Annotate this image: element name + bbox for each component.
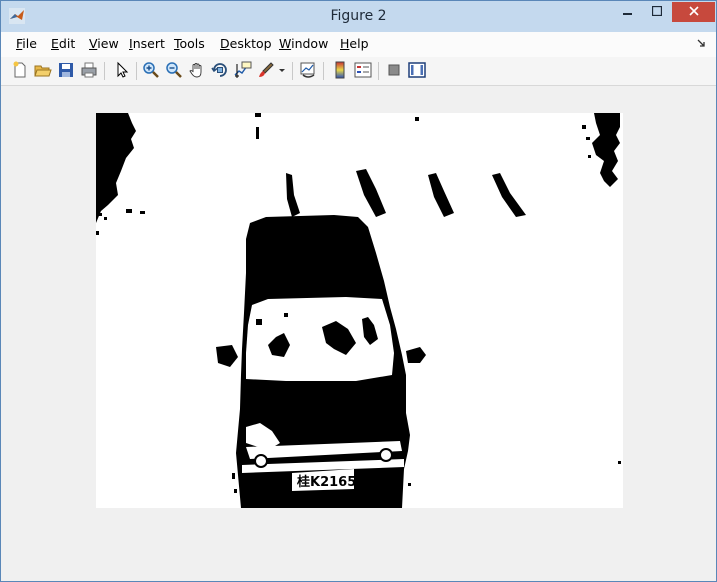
toolbar-separator [323,62,324,80]
link-plot-icon[interactable] [299,61,317,79]
toolbar-separator [104,62,105,80]
close-icon [688,6,699,16]
menu-tools[interactable]: Tools [174,36,205,51]
legend-icon[interactable] [354,61,372,79]
colorbar-icon[interactable] [331,61,349,79]
menu-edit[interactable]: Edit [51,36,75,51]
show-plot-tools-icon[interactable] [408,61,426,79]
save-icon[interactable] [57,61,75,79]
toolbar-separator [292,62,293,80]
figure-toolbar [1,57,716,86]
menu-file[interactable]: File [16,36,37,51]
brush-dropdown-icon[interactable] [277,61,287,79]
pan-hand-icon[interactable] [188,61,206,79]
window-title: Figure 2 [330,8,387,24]
menu-desktop[interactable]: Desktop [220,36,272,51]
license-plate-text: 桂K2165 [296,474,356,490]
minimize-icon [623,13,632,15]
hide-plot-tools-icon[interactable] [385,61,403,79]
dock-arrow-icon[interactable] [696,38,706,48]
binary-image-axes[interactable]: 桂K2165 [96,113,623,508]
zoom-out-icon[interactable] [165,61,183,79]
new-figure-icon[interactable] [11,61,29,79]
menu-bar: File Edit View Insert Tools Desktop Wind… [1,32,716,57]
figure-canvas[interactable]: 桂K2165 [1,86,716,581]
maximize-icon [651,5,663,17]
toolbar-separator [136,62,137,80]
zoom-in-icon[interactable] [142,61,160,79]
menu-insert[interactable]: Insert [129,36,165,51]
menu-view[interactable]: View [89,36,119,51]
open-file-icon[interactable] [34,61,52,79]
edit-plot-arrow-icon[interactable] [112,61,130,79]
title-bar[interactable]: Figure 2 [1,1,716,32]
close-button[interactable] [672,2,715,22]
print-icon[interactable] [80,61,98,79]
data-cursor-icon[interactable] [234,61,252,79]
headlight-left [254,454,268,468]
menu-window[interactable]: Window [279,36,328,51]
maximize-button[interactable] [644,2,670,22]
brush-icon[interactable] [257,61,275,79]
menu-help[interactable]: Help [340,36,369,51]
rotate-3d-icon[interactable] [211,61,229,79]
figure-window: Figure 2 File Edit View Insert Tools Des… [0,0,717,582]
headlight-right [379,448,393,462]
minimize-button[interactable] [615,2,641,22]
toolbar-separator [378,62,379,80]
